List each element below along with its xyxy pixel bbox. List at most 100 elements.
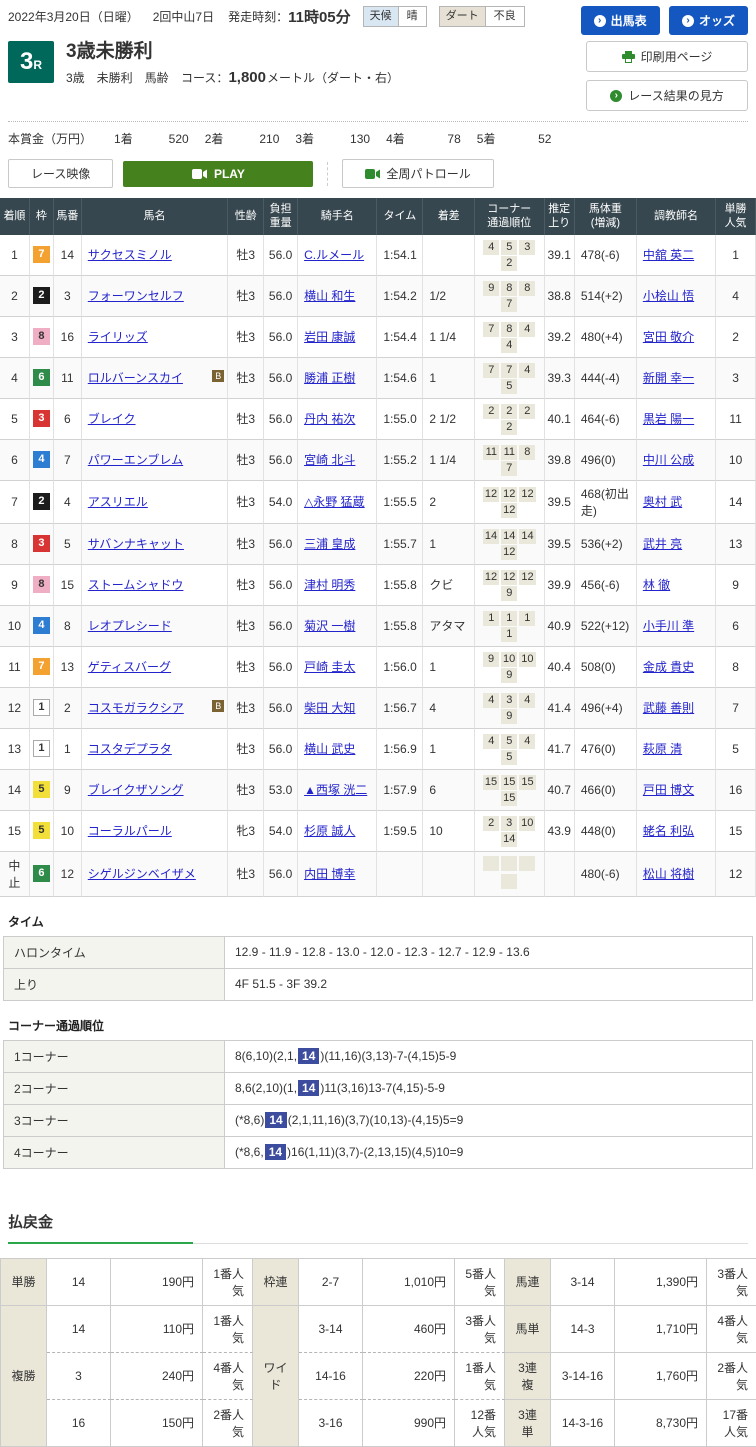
trainer-link[interactable]: 中川 公成 [643, 453, 694, 467]
finish-time: 1:54.1 [377, 235, 423, 276]
trainer-cell: 蛯名 利弘 [637, 811, 716, 852]
corner-box: 10 [519, 652, 535, 667]
trainer-link[interactable]: 中舘 英二 [643, 248, 694, 262]
jockey-link[interactable]: △永野 猛蔵 [304, 495, 365, 509]
trainer-link[interactable]: 金成 貴史 [643, 660, 694, 674]
jockey-link[interactable]: 宮崎 北斗 [304, 453, 355, 467]
jockey-link[interactable]: 岩田 康誠 [304, 330, 355, 344]
race-title: 3歳未勝利 [66, 41, 586, 64]
finish-time: 1:55.5 [377, 481, 423, 524]
trainer-link[interactable]: 新開 幸一 [643, 371, 694, 385]
frame-cell: 4 [30, 606, 54, 647]
race-video-button[interactable]: レース映像 [8, 159, 113, 188]
horse-link[interactable]: サバンナキャット [88, 537, 184, 551]
horse-link[interactable]: ブレイク [88, 412, 136, 426]
jockey-link[interactable]: 杉原 誠人 [304, 824, 355, 838]
last-3f: 39.8 [545, 440, 575, 481]
trainer-link[interactable]: 武藤 善則 [643, 701, 694, 715]
trainer-link[interactable]: 黒岩 陽一 [643, 412, 694, 426]
jockey-cell: 内田 博幸 [298, 852, 377, 897]
trainer-link[interactable]: 松山 将樹 [643, 867, 694, 881]
carried-weight: 56.0 [264, 606, 298, 647]
horse-number: 8 [54, 606, 82, 647]
jockey-link[interactable]: 三浦 皇成 [304, 537, 355, 551]
payout-cell: 460円 [363, 1306, 455, 1353]
corner-order-text: (*8,6) [235, 1113, 264, 1127]
last-3f: 43.9 [545, 811, 575, 852]
winner-highlight: 14 [265, 1144, 286, 1160]
horse-link[interactable]: コスモガラクシア [88, 701, 184, 715]
trainer-link[interactable]: 武井 亮 [643, 537, 682, 551]
sex-age: 牡3 [228, 565, 264, 606]
print-button[interactable]: 印刷用ページ [586, 41, 748, 72]
horse-link[interactable]: アスリエル [88, 495, 148, 509]
margin: 1 1/4 [423, 440, 475, 481]
corner-positions: 1111 [475, 606, 544, 647]
finish-position: 3 [0, 317, 30, 358]
payout-cell: 220円 [363, 1353, 455, 1400]
trainer-link[interactable]: 萩原 清 [643, 742, 682, 756]
bet-type-label: 3連複 [505, 1353, 551, 1400]
corner-box: 3 [501, 816, 517, 831]
win-favorite: 12 [716, 852, 756, 897]
trainer-link[interactable]: 奥村 武 [643, 495, 682, 509]
jockey-link[interactable]: 柴田 大知 [304, 701, 355, 715]
race-conditions: 3歳 未勝利 馬齢 [66, 71, 169, 85]
corner-box: 5 [501, 734, 517, 749]
jockey-link[interactable]: 津村 明秀 [304, 578, 355, 592]
horse-link[interactable]: パワーエンブレム [88, 453, 183, 467]
jockey-link[interactable]: 内田 博幸 [304, 867, 355, 881]
row-label: 1コーナー [4, 1040, 225, 1072]
frame-number: 7 [33, 246, 50, 263]
horse-name-cell: アスリエル [82, 481, 229, 524]
frame-number: 2 [33, 287, 50, 304]
trainer-link[interactable]: 宮田 敬介 [643, 330, 694, 344]
jockey-link[interactable]: 横山 和生 [304, 289, 355, 303]
margin: 10 [423, 811, 475, 852]
payout-cell: 5番人気 [455, 1259, 505, 1306]
jockey-link[interactable]: C.ルメール [304, 248, 364, 262]
blinker-icon: B [212, 700, 224, 712]
jockey-link[interactable]: 横山 武史 [304, 742, 355, 756]
margin: 1 [423, 358, 475, 399]
trainer-link[interactable]: 林 徹 [643, 578, 670, 592]
horse-link[interactable]: ストームシャドウ [88, 578, 184, 592]
result-row: 1212Bコスモガラクシア牡356.0柴田 大知1:56.74434941.44… [0, 688, 756, 729]
jockey-link[interactable]: 勝浦 正樹 [304, 371, 355, 385]
row-value: 12.9 - 11.9 - 12.8 - 13.0 - 12.0 - 12.3 … [225, 936, 753, 968]
carried-weight: 53.0 [264, 770, 298, 811]
horse-link[interactable]: ライリッズ [88, 330, 148, 344]
horse-link[interactable]: ブレイクザソング [88, 783, 184, 797]
entry-table-button[interactable]: › 出馬表 [581, 6, 660, 35]
win-favorite: 2 [716, 317, 756, 358]
guide-button[interactable]: › レース結果の見方 [586, 80, 748, 111]
corner-box: 7 [483, 322, 499, 337]
win-favorite: 13 [716, 524, 756, 565]
payout-cell: 8,730円 [615, 1400, 707, 1447]
corner-positions: 15151515 [475, 770, 544, 811]
trainer-link[interactable]: 戸田 博文 [643, 783, 694, 797]
trainer-link[interactable]: 蛯名 利弘 [643, 824, 694, 838]
jockey-link[interactable]: 戸崎 圭太 [304, 660, 355, 674]
horse-link[interactable]: シゲルジンベイザメ [88, 867, 196, 881]
odds-button[interactable]: › オッズ [669, 6, 748, 35]
trainer-link[interactable]: 小手川 準 [643, 619, 694, 633]
last-3f: 39.2 [545, 317, 575, 358]
horse-link[interactable]: コスタデプラタ [88, 742, 172, 756]
patrol-video-button[interactable]: 全周パトロール [342, 159, 493, 188]
race-heading: 3R 3歳未勝利 3歳 未勝利 馬齢 コース：1,800メートル（ダート・右） … [0, 37, 756, 121]
jockey-cell: 丹内 祐次 [298, 399, 377, 440]
corner-box: 15 [501, 775, 517, 790]
horse-link[interactable]: フォーワンセルフ [88, 289, 184, 303]
horse-link[interactable]: サクセスミノル [88, 248, 172, 262]
horse-link[interactable]: ゲティスバーグ [88, 660, 171, 674]
jockey-link[interactable]: ▲西塚 洸二 [304, 783, 367, 797]
corner-box: 9 [501, 709, 517, 724]
horse-link[interactable]: ロルバーンスカイ [88, 371, 183, 385]
horse-link[interactable]: レオプレシード [88, 619, 172, 633]
play-button[interactable]: PLAY [123, 161, 313, 187]
jockey-link[interactable]: 丹内 祐次 [304, 412, 355, 426]
trainer-link[interactable]: 小桧山 悟 [643, 289, 694, 303]
jockey-link[interactable]: 菊沢 一樹 [304, 619, 355, 633]
horse-link[interactable]: コーラルパール [88, 824, 172, 838]
